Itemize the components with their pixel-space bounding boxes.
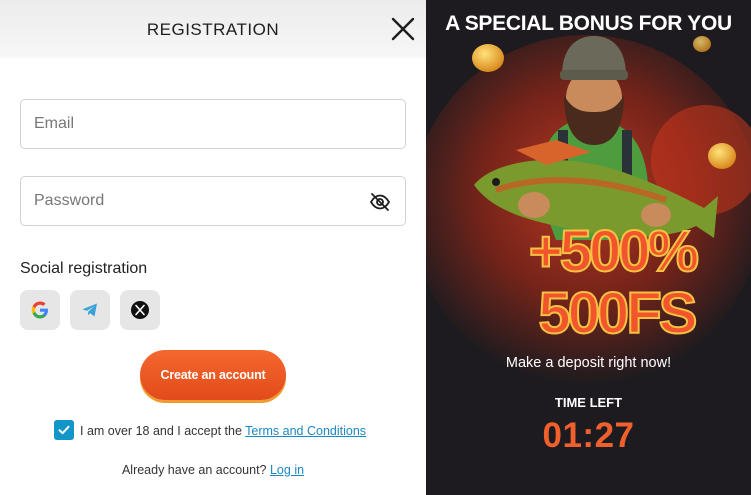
coin-icon [693,36,711,52]
bonus-percent-text: +500% [528,218,700,285]
eye-off-icon [369,193,391,211]
close-button[interactable] [390,16,416,42]
login-link[interactable]: Log in [270,463,304,477]
registration-header: REGISTRATION [0,0,426,58]
telegram-icon [82,303,97,317]
password-field[interactable] [21,177,341,225]
toggle-password-visibility-button[interactable] [369,191,391,213]
social-registration-label: Social registration [20,260,148,277]
login-prompt-text: Already have an account? [121,463,270,477]
login-prompt: Already have an account? Log in [0,463,426,477]
age-confirmation-text: I am over 18 and I accept the Terms and … [80,424,366,438]
password-field-wrapper [20,176,406,226]
registration-title: REGISTRATION [146,20,280,39]
promo-subtitle: Make a deposit right now! [505,355,672,371]
coin-icon [708,143,736,169]
telegram-signup-button[interactable] [70,290,110,330]
coin-icon [472,44,504,72]
email-field-wrapper [20,99,406,149]
timer-label: TIME LEFT [554,395,623,410]
promo-title: A SPECIAL BONUS FOR YOU [445,12,732,35]
promo-panel: A SPECIAL BONUS FOR YOU +500% 500FS Make… [426,0,751,495]
checkmark-icon [58,425,70,435]
terms-and-conditions-link[interactable]: Terms and Conditions [245,424,366,438]
age-confirmation-label: I am over 18 and I accept the [80,424,246,438]
close-icon [391,17,415,41]
email-field[interactable] [21,100,341,148]
age-confirmation-checkbox[interactable] [54,420,74,440]
bonus-freespins-text: 500FS [538,280,699,347]
google-icon [31,301,48,319]
x-signup-button[interactable] [120,290,160,330]
create-account-button[interactable]: Create an account [140,350,286,400]
x-icon [131,301,149,319]
registration-panel: REGISTRATION Social registration [0,0,426,495]
countdown-timer: 01:27 [542,416,635,455]
google-signup-button[interactable] [20,290,60,330]
